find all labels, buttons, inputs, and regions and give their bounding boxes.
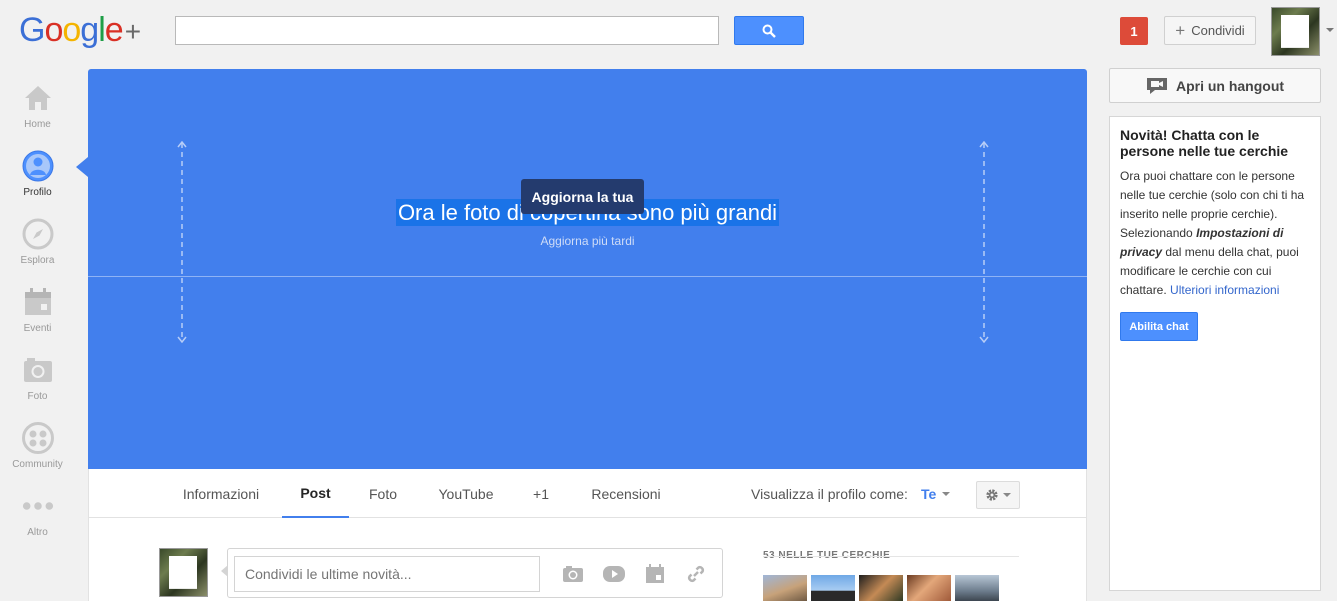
nav-label: Profilo (23, 187, 52, 198)
active-nav-pointer (76, 157, 88, 177)
profile-settings-button[interactable] (976, 481, 1020, 509)
avatar[interactable] (159, 548, 208, 597)
more-info-link[interactable]: Ulteriori informazioni (1170, 283, 1279, 297)
profile-content: 53 NELLE TUE CERCHIE (88, 518, 1087, 601)
google-plus-logo[interactable]: Google+ (19, 10, 141, 52)
circle-member-avatar[interactable] (859, 575, 903, 601)
nav-label: Esplora (20, 255, 55, 266)
profile-tabs-bar: Informazioni Post Foto YouTube +1 Recens… (88, 469, 1087, 518)
account-avatar[interactable] (1271, 7, 1320, 56)
profile-icon (22, 150, 54, 182)
nav-label: Altro (27, 527, 48, 538)
nav-item-more[interactable]: Altro (0, 480, 75, 548)
video-icon[interactable] (601, 561, 627, 587)
update-cover-button[interactable]: Aggiorna la tua (521, 179, 644, 214)
search-button[interactable] (734, 16, 804, 45)
plus-icon: + (1175, 21, 1186, 40)
chevron-down-icon (942, 491, 951, 496)
calendar-icon[interactable] (642, 561, 668, 587)
circle-member-avatar[interactable] (955, 575, 999, 601)
hangout-button-label: Apri un hangout (1175, 77, 1285, 94)
gear-icon (986, 489, 998, 501)
more-dots-icon (22, 490, 54, 522)
share-button[interactable]: + Condividi (1164, 16, 1256, 45)
start-hangout-button[interactable]: Apri un hangout (1109, 68, 1321, 103)
view-as-dropdown[interactable]: Te (921, 469, 951, 518)
chevron-down-icon (1003, 493, 1011, 497)
share-button-label: Condividi (1191, 23, 1245, 38)
nav-label: Eventi (23, 323, 52, 334)
cover-photo-area: Ora le foto di copertina sono più grandi… (88, 69, 1087, 469)
calendar-icon (22, 286, 54, 318)
nav-label: Community (12, 459, 63, 470)
cover-divider (88, 276, 1087, 277)
nav-item-profile[interactable]: Profilo (0, 140, 75, 208)
compass-icon (22, 218, 54, 250)
nav-item-explore[interactable]: Esplora (0, 208, 75, 276)
community-icon (21, 422, 54, 454)
nav-item-events[interactable]: Eventi (0, 276, 75, 344)
view-as-value: Te (921, 485, 937, 502)
search-input[interactable] (175, 16, 719, 45)
divider (763, 556, 1019, 557)
share-input[interactable] (234, 556, 540, 592)
nav-label: Foto (27, 391, 48, 402)
chat-promo-body: Ora puoi chattare con le persone nelle t… (1120, 169, 1305, 297)
nav-label: Home (24, 119, 51, 130)
link-icon[interactable] (683, 561, 709, 587)
chat-promo-card: Novità! Chatta con le persone nelle tue … (1109, 116, 1321, 591)
tab-plus-one[interactable]: +1 (526, 469, 556, 518)
view-as-label: Visualizza il profilo come: (751, 485, 908, 502)
circle-member-avatar[interactable] (907, 575, 951, 601)
nav-item-home[interactable]: Home (0, 72, 75, 140)
share-composer (227, 548, 723, 598)
tab-informazioni[interactable]: Informazioni (173, 469, 269, 518)
tab-youtube[interactable]: YouTube (429, 469, 503, 518)
enable-chat-button[interactable]: Abilita chat (1120, 312, 1198, 341)
chat-promo-title: Novità! Chatta con le persone nelle tue … (1120, 127, 1289, 159)
camera-icon[interactable] (560, 561, 586, 587)
search-icon (762, 24, 776, 38)
tab-foto[interactable]: Foto (361, 469, 405, 518)
circle-member-avatar[interactable] (763, 575, 807, 601)
notification-count-badge[interactable]: 1 (1120, 17, 1148, 45)
circle-member-avatar[interactable] (811, 575, 855, 601)
tab-recensioni[interactable]: Recensioni (584, 469, 668, 518)
nav-item-photos[interactable]: Foto (0, 344, 75, 412)
home-icon (22, 82, 54, 114)
top-bar: Google+ 1 + Condividi (0, 0, 1337, 62)
tab-post[interactable]: Post (282, 469, 349, 518)
video-chat-icon (1146, 77, 1167, 94)
chevron-down-icon[interactable] (1326, 28, 1334, 32)
nav-item-community[interactable]: Community (0, 412, 75, 480)
update-later-link[interactable]: Aggiorna più tardi (88, 234, 1087, 248)
camera-icon (22, 354, 54, 386)
